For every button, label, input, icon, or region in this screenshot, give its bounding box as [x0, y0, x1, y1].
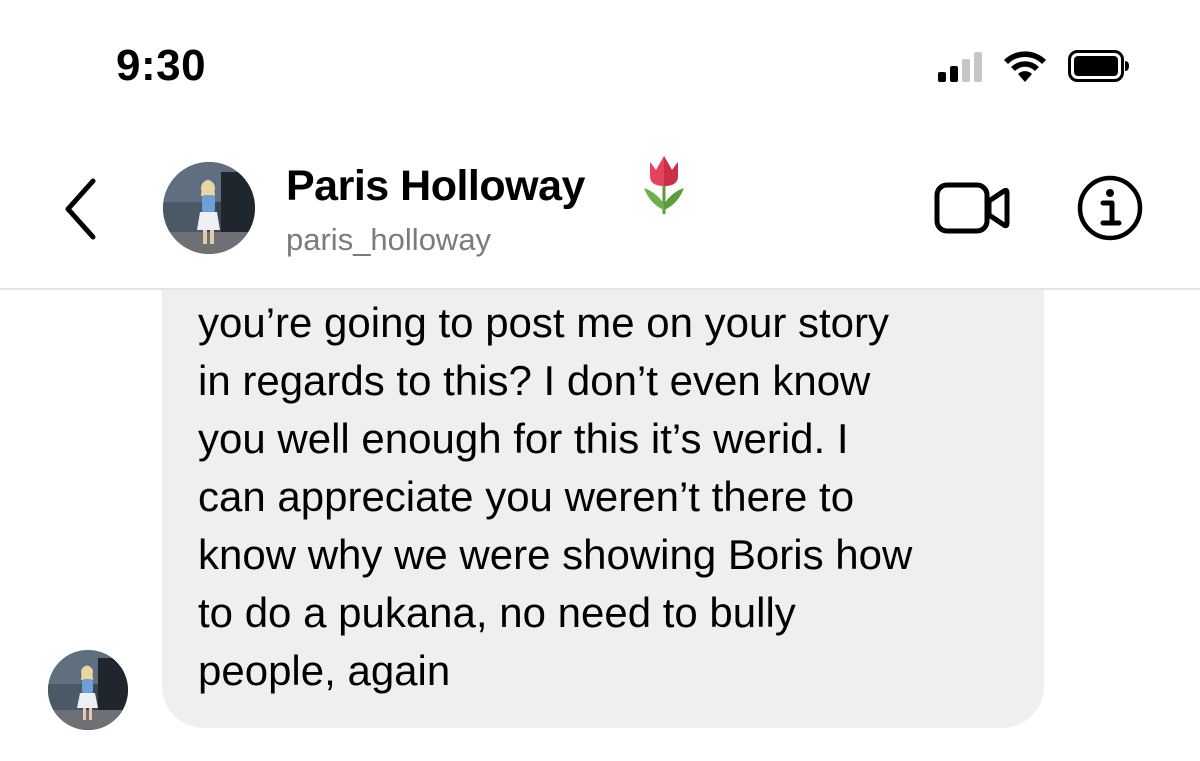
status-icons: [938, 44, 1130, 88]
avatar[interactable]: [163, 162, 255, 254]
header-divider: [0, 288, 1200, 290]
tulip-icon: [636, 152, 692, 216]
status-time: 9:30: [116, 41, 207, 90]
video-camera-icon[interactable]: [934, 180, 1010, 236]
contact-name[interactable]: Paris Holloway: [286, 160, 585, 212]
contact-username: paris_holloway: [286, 222, 492, 257]
conversation-header: Paris Holloway paris_holloway: [0, 140, 1200, 288]
battery-icon: [1068, 49, 1130, 83]
info-icon[interactable]: [1076, 174, 1144, 242]
avatar[interactable]: [48, 650, 128, 730]
chevron-left-icon[interactable]: [60, 175, 100, 243]
cellular-signal-icon: [938, 50, 982, 82]
wifi-icon: [1002, 49, 1048, 83]
message-text: you’re going to post me on your story in…: [198, 299, 913, 694]
